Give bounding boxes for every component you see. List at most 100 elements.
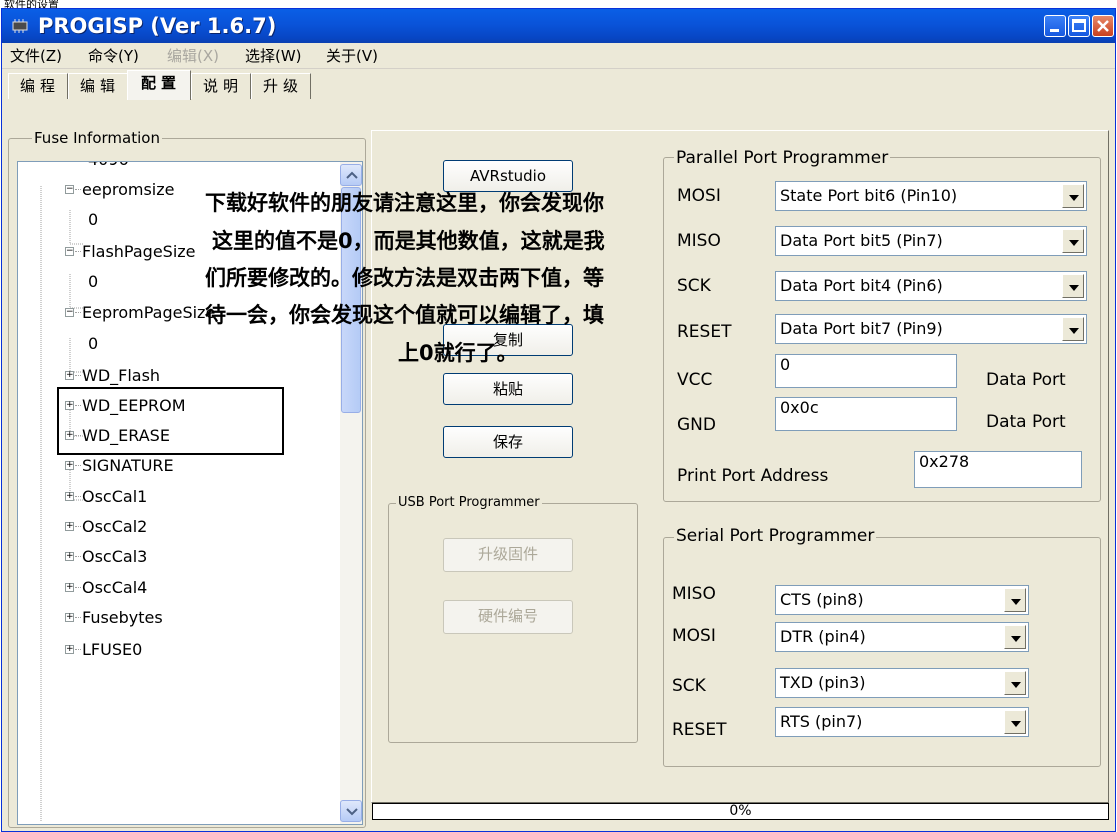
close-button[interactable] bbox=[1092, 15, 1114, 37]
serial-reset-select[interactable]: RTS (pin7) bbox=[775, 707, 1029, 737]
tree-connector bbox=[75, 251, 81, 252]
tree-node-label: eepromsize bbox=[82, 180, 175, 199]
menu-command[interactable]: 命令(Y) bbox=[88, 47, 139, 65]
scroll-thumb[interactable] bbox=[341, 187, 361, 413]
print-port-address-input[interactable]: 0x278 bbox=[914, 451, 1082, 488]
expand-icon[interactable]: + bbox=[65, 492, 74, 501]
tree-connector bbox=[75, 587, 81, 588]
tree-node-label: 0 bbox=[88, 334, 99, 353]
expand-icon[interactable]: + bbox=[65, 645, 74, 654]
serial-mosi-value: DTR (pin4) bbox=[780, 627, 866, 646]
dropdown-arrow-icon[interactable] bbox=[1062, 229, 1084, 253]
tree-node[interactable]: + LFUSE0 bbox=[18, 640, 348, 660]
dropdown-arrow-icon[interactable] bbox=[1004, 625, 1026, 649]
maximize-icon bbox=[1072, 19, 1086, 32]
tree-node-label: LFUSE0 bbox=[82, 640, 143, 659]
tree-node-label: OscCal4 bbox=[82, 578, 148, 597]
tree-node[interactable]: 0 bbox=[18, 334, 348, 354]
parallel-miso-select[interactable]: Data Port bit5 (Pin7) bbox=[775, 226, 1087, 256]
tree-node[interactable]: + WD_Flash bbox=[18, 366, 348, 386]
parallel-sck-value: Data Port bit4 (Pin6) bbox=[780, 276, 943, 295]
tree-connector bbox=[75, 649, 81, 650]
upgrade-firmware-button[interactable]: 升级固件 bbox=[443, 538, 573, 572]
gnd-label: GND bbox=[677, 415, 716, 435]
vcc-input[interactable]: 0 bbox=[775, 354, 957, 388]
gnd-input[interactable]: 0x0c bbox=[775, 397, 957, 431]
serial-sck-select[interactable]: TXD (pin3) bbox=[775, 668, 1029, 698]
avrstudio-button[interactable]: AVRstudio bbox=[443, 160, 573, 192]
parallel-miso-value: Data Port bit5 (Pin7) bbox=[780, 231, 943, 250]
dropdown-arrow-icon[interactable] bbox=[1004, 671, 1026, 695]
scroll-up-button[interactable] bbox=[340, 164, 362, 186]
collapse-icon[interactable]: − bbox=[65, 308, 74, 317]
tree-node-label: WD_Flash bbox=[82, 366, 161, 385]
tree-node-label: 4096 bbox=[88, 162, 129, 169]
dropdown-arrow-icon[interactable] bbox=[1062, 184, 1084, 208]
progress-text: 0% bbox=[729, 803, 752, 819]
parallel-reset-select[interactable]: Data Port bit7 (Pin9) bbox=[775, 314, 1087, 344]
tab-edit[interactable]: 编辑 bbox=[68, 73, 128, 99]
menu-about[interactable]: 关于(V) bbox=[326, 47, 378, 65]
minimize-button[interactable] bbox=[1044, 15, 1066, 37]
parallel-reset-label: RESET bbox=[677, 322, 732, 342]
menu-edit[interactable]: 编辑(X) bbox=[167, 47, 219, 65]
parallel-miso-label: MISO bbox=[677, 231, 721, 251]
tree-node[interactable]: + OscCal2 bbox=[18, 517, 348, 537]
minimize-icon bbox=[1050, 29, 1059, 32]
tree-scrollbar[interactable] bbox=[340, 162, 362, 824]
vcc-port-label: Data Port bbox=[986, 370, 1066, 390]
tree-node-label: 0 bbox=[88, 272, 99, 291]
tab-upgrade[interactable]: 升级 bbox=[251, 73, 311, 99]
parallel-reset-value: Data Port bit7 (Pin9) bbox=[780, 319, 943, 338]
dropdown-arrow-icon[interactable] bbox=[1062, 274, 1084, 298]
serial-miso-label: MISO bbox=[672, 584, 716, 604]
tree-node[interactable]: + SIGNATURE bbox=[18, 456, 348, 476]
parallel-mosi-select[interactable]: State Port bit6 (Pin10) bbox=[775, 181, 1087, 211]
scroll-down-button[interactable] bbox=[340, 800, 362, 822]
tree-connector bbox=[75, 556, 81, 557]
tab-program[interactable]: 编程 bbox=[8, 73, 68, 99]
expand-icon[interactable]: + bbox=[65, 371, 74, 380]
tab-config[interactable]: 配置 bbox=[127, 70, 191, 100]
paste-button[interactable]: 粘贴 bbox=[443, 373, 573, 405]
tree-node[interactable]: 4096 bbox=[18, 162, 348, 170]
hardware-id-button[interactable]: 硬件编号 bbox=[443, 600, 573, 634]
menu-select[interactable]: 选择(W) bbox=[245, 47, 302, 65]
chevron-down-icon bbox=[346, 808, 358, 816]
expand-icon[interactable]: + bbox=[65, 522, 74, 531]
tree-node[interactable]: + OscCal4 bbox=[18, 578, 348, 598]
serial-mosi-select[interactable]: DTR (pin4) bbox=[775, 622, 1029, 652]
chevron-up-icon bbox=[346, 171, 358, 179]
tree-node-label: OscCal3 bbox=[82, 547, 148, 566]
parallel-sck-select[interactable]: Data Port bit4 (Pin6) bbox=[775, 271, 1087, 301]
tree-node[interactable]: + OscCal1 bbox=[18, 487, 348, 507]
tree-node-label: SIGNATURE bbox=[82, 456, 174, 475]
maximize-button[interactable] bbox=[1068, 15, 1090, 37]
tree-node-label: 0 bbox=[88, 210, 99, 229]
expand-icon[interactable]: + bbox=[65, 613, 74, 622]
collapse-icon[interactable]: − bbox=[65, 247, 74, 256]
menu-file[interactable]: 文件(Z) bbox=[10, 47, 62, 65]
tree-node[interactable]: + OscCal3 bbox=[18, 547, 348, 567]
tree-node[interactable]: + Fusebytes bbox=[18, 608, 348, 628]
expand-icon[interactable]: + bbox=[65, 461, 74, 470]
serial-miso-select[interactable]: CTS (pin8) bbox=[775, 585, 1029, 615]
annotation-line-4: 待一会，你会发现这个值就可以编辑了，填 bbox=[205, 303, 604, 327]
chip-icon bbox=[10, 17, 30, 35]
tab-help[interactable]: 说明 bbox=[191, 73, 251, 99]
tree-node-label: FlashPageSize bbox=[82, 242, 196, 261]
save-button[interactable]: 保存 bbox=[443, 426, 573, 458]
parallel-mosi-value: State Port bit6 (Pin10) bbox=[780, 186, 958, 205]
serial-miso-value: CTS (pin8) bbox=[780, 590, 864, 609]
parallel-legend: Parallel Port Programmer bbox=[674, 148, 891, 168]
expand-icon[interactable]: + bbox=[65, 552, 74, 561]
collapse-icon[interactable]: − bbox=[65, 185, 74, 194]
fuse-tree[interactable]: −AT89S51−Type1−flashsize4096−eepromsize0… bbox=[17, 161, 363, 825]
serial-mosi-label: MOSI bbox=[672, 626, 716, 646]
dropdown-arrow-icon[interactable] bbox=[1062, 317, 1084, 341]
expand-icon[interactable]: + bbox=[65, 583, 74, 592]
title-bar[interactable]: PROGISP (Ver 1.6.7) bbox=[2, 9, 1115, 43]
tree-connector bbox=[75, 526, 81, 527]
dropdown-arrow-icon[interactable] bbox=[1004, 588, 1026, 612]
dropdown-arrow-icon[interactable] bbox=[1004, 710, 1026, 734]
